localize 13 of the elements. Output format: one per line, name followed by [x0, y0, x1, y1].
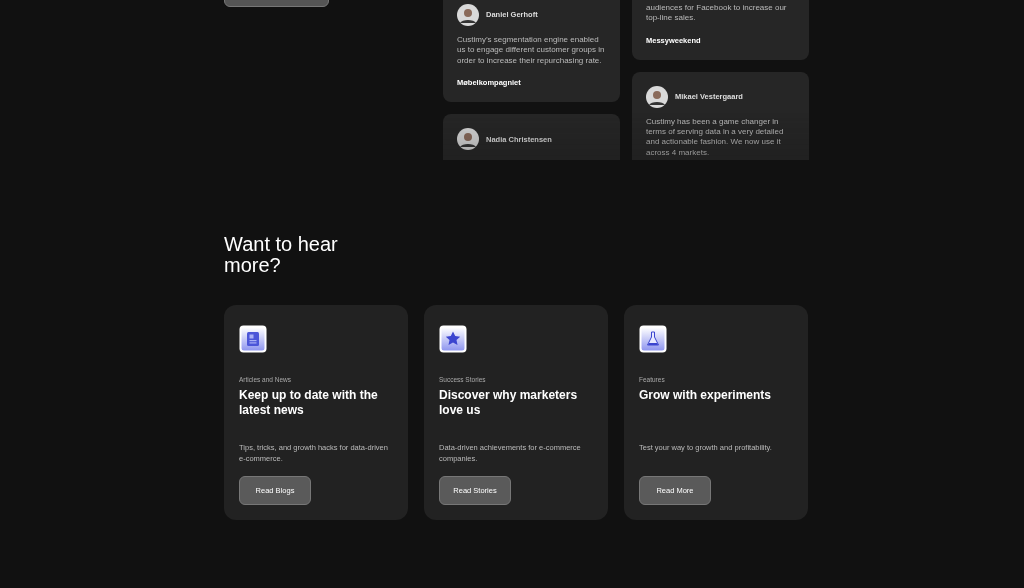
card-title: Grow with experiments [639, 387, 773, 404]
testimonial-quote: Custimy has been a game changer in terms of serving data in a very detailed and actionable fashion. We now use it across 4 markets. [646, 116, 785, 159]
star-icon [439, 325, 467, 353]
card-title: Discover why marketers love us [439, 387, 579, 419]
avatar-icon [457, 4, 479, 26]
section-heading: Want to hear more? [224, 234, 339, 276]
avatar-icon [457, 128, 479, 151]
flask-icon [639, 325, 667, 353]
testimonial-quote: audiences for Facebook to increase our top-line sales. [646, 3, 788, 24]
testimonial-quote: Custimy’s segmentation engine enabled us to engage different customer groups in order to increase their repurchasing rate. [457, 35, 606, 66]
avatar-icon [646, 85, 668, 108]
document-icon [239, 325, 267, 353]
card-title: Keep up to date with the latest news [239, 387, 379, 419]
